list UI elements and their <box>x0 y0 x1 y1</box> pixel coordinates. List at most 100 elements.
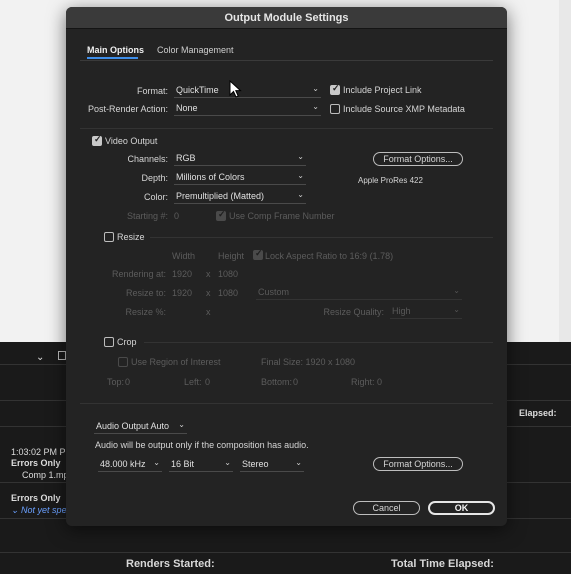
include-xmp-label[interactable]: Include Source XMP Metadata <box>343 104 465 114</box>
resize-quality-dropdown[interactable]: High ⌄ <box>390 304 462 319</box>
log-errors-only-2[interactable]: Errors Only <box>11 493 61 503</box>
divider <box>80 128 493 129</box>
color-dropdown[interactable]: Premultiplied (Matted) ⌄ <box>174 189 306 204</box>
crop-bottom-label: Bottom: <box>261 377 293 387</box>
audio-output-value: Audio Output Auto <box>96 421 170 431</box>
use-comp-frame-checkbox[interactable] <box>216 209 226 221</box>
lock-aspect-checkbox[interactable] <box>253 248 263 260</box>
crop-left-value[interactable]: 0 <box>205 377 210 387</box>
resize-percent-label: Resize %: <box>125 307 166 317</box>
depth-label: Depth: <box>141 173 168 183</box>
crop-right-value[interactable]: 0 <box>377 377 382 387</box>
resize-percent-x: x <box>206 307 211 317</box>
crop-checkbox[interactable] <box>104 337 114 347</box>
channels-value: RGB <box>176 153 196 163</box>
resize-to-x: x <box>206 288 211 298</box>
background-scroll-strip <box>559 0 571 342</box>
crop-top-label: Top: <box>107 377 125 387</box>
include-xmp-checkbox[interactable] <box>330 104 340 114</box>
divider <box>150 237 493 238</box>
chevron-down-icon: ⌄ <box>153 458 160 467</box>
post-render-value: None <box>176 103 198 113</box>
audio-note: Audio will be output only if the composi… <box>95 440 309 450</box>
resize-preset-value: Custom <box>258 287 290 297</box>
use-roi-label[interactable]: Use Region of Interest <box>131 357 221 367</box>
renders-started-label: Renders Started: <box>126 558 215 570</box>
video-format-options-button[interactable]: Format Options... <box>373 152 463 166</box>
format-value: QuickTime <box>176 85 219 95</box>
chevron-down-icon: ⌄ <box>453 305 460 314</box>
mouse-cursor-icon <box>229 80 242 98</box>
audio-bits-value: 16 Bit <box>171 459 195 469</box>
chevron-down-icon: ⌄ <box>297 152 304 161</box>
channels-dropdown[interactable]: RGB ⌄ <box>174 151 306 166</box>
crop-left-label: Left: <box>184 377 202 387</box>
audio-channels-dropdown[interactable]: Stereo ⌄ <box>240 457 304 472</box>
height-column-label: Height <box>218 251 245 261</box>
resize-label[interactable]: Resize <box>117 232 145 242</box>
tab-divider <box>80 60 493 61</box>
width-column-label: Width <box>172 251 196 261</box>
lock-aspect-label[interactable]: Lock Aspect Ratio to 16:9 (1.78) <box>265 251 393 261</box>
active-tab-indicator <box>87 57 138 59</box>
include-project-link-checkbox[interactable] <box>330 83 340 95</box>
audio-rate-dropdown[interactable]: 48.000 kHz ⌄ <box>98 457 162 472</box>
audio-channels-value: Stereo <box>242 459 269 469</box>
rendering-at-x: x <box>206 269 211 279</box>
chevron-down-icon: ⌄ <box>312 102 319 111</box>
tab-color-management[interactable]: Color Management <box>157 45 234 55</box>
expand-arrow-icon: ⌄ <box>11 505 22 515</box>
crop-top-value[interactable]: 0 <box>125 377 130 387</box>
divider <box>144 342 493 343</box>
chevron-down-icon: ⌄ <box>312 84 319 93</box>
audio-format-options-button[interactable]: Format Options... <box>373 457 463 471</box>
output-not-specified[interactable]: ⌄ Not yet speci <box>11 505 73 516</box>
audio-output-dropdown[interactable]: Audio Output Auto ⌄ <box>94 419 187 434</box>
resize-to-width[interactable]: 1920 <box>172 288 192 298</box>
chevron-down-icon: ⌄ <box>297 190 304 199</box>
crop-label[interactable]: Crop <box>117 337 137 347</box>
divider <box>80 403 493 404</box>
crop-bottom-value[interactable]: 0 <box>293 377 298 387</box>
dialog-title: Output Module Settings <box>224 11 349 24</box>
chevron-down-icon: ⌄ <box>178 420 185 429</box>
chevron-down-icon: ⌄ <box>453 286 460 295</box>
ok-button[interactable]: OK <box>428 501 495 515</box>
format-label: Format: <box>136 86 168 96</box>
chevron-down-icon[interactable]: ⌄ <box>36 352 44 363</box>
post-render-dropdown[interactable]: None ⌄ <box>174 101 321 116</box>
crop-right-label: Right: <box>351 377 375 387</box>
depth-value: Millions of Colors <box>176 172 245 182</box>
depth-dropdown[interactable]: Millions of Colors ⌄ <box>174 170 306 185</box>
color-label: Color: <box>143 192 168 202</box>
resize-quality-label: Resize Quality: <box>323 307 384 317</box>
use-roi-checkbox[interactable] <box>118 357 128 367</box>
resize-checkbox[interactable] <box>104 232 114 242</box>
chevron-down-icon: ⌄ <box>224 458 231 467</box>
video-output-checkbox[interactable] <box>92 134 102 146</box>
format-dropdown[interactable]: QuickTime ⌄ <box>174 83 321 98</box>
resize-to-label: Resize to: <box>125 288 166 298</box>
resize-preset-dropdown[interactable]: Custom ⌄ <box>256 285 462 300</box>
starting-label: Starting #: <box>126 211 168 221</box>
dialog-titlebar: Output Module Settings <box>66 7 507 29</box>
chevron-down-icon: ⌄ <box>297 171 304 180</box>
checkbox-icon[interactable] <box>58 351 66 360</box>
tab-main-options[interactable]: Main Options <box>87 45 144 55</box>
rendering-at-label: Rendering at: <box>111 269 166 279</box>
resize-quality-value: High <box>392 306 411 316</box>
use-comp-frame-label[interactable]: Use Comp Frame Number <box>229 211 335 221</box>
codec-label: Apple ProRes 422 <box>358 176 423 185</box>
rendering-at-width: 1920 <box>172 269 193 279</box>
audio-rate-value: 48.000 kHz <box>100 459 146 469</box>
video-output-label[interactable]: Video Output <box>105 136 157 146</box>
include-project-link-label[interactable]: Include Project Link <box>343 85 422 95</box>
color-value: Premultiplied (Matted) <box>176 191 265 201</box>
starting-value[interactable]: 0 <box>174 211 179 221</box>
cancel-button[interactable]: Cancel <box>353 501 420 515</box>
output-module-dialog: Output Module Settings Main Options Colo… <box>66 7 507 526</box>
resize-to-height[interactable]: 1080 <box>218 288 238 298</box>
log-errors-only[interactable]: Errors Only <box>11 458 61 468</box>
chevron-down-icon: ⌄ <box>295 458 302 467</box>
audio-bits-dropdown[interactable]: 16 Bit ⌄ <box>169 457 233 472</box>
